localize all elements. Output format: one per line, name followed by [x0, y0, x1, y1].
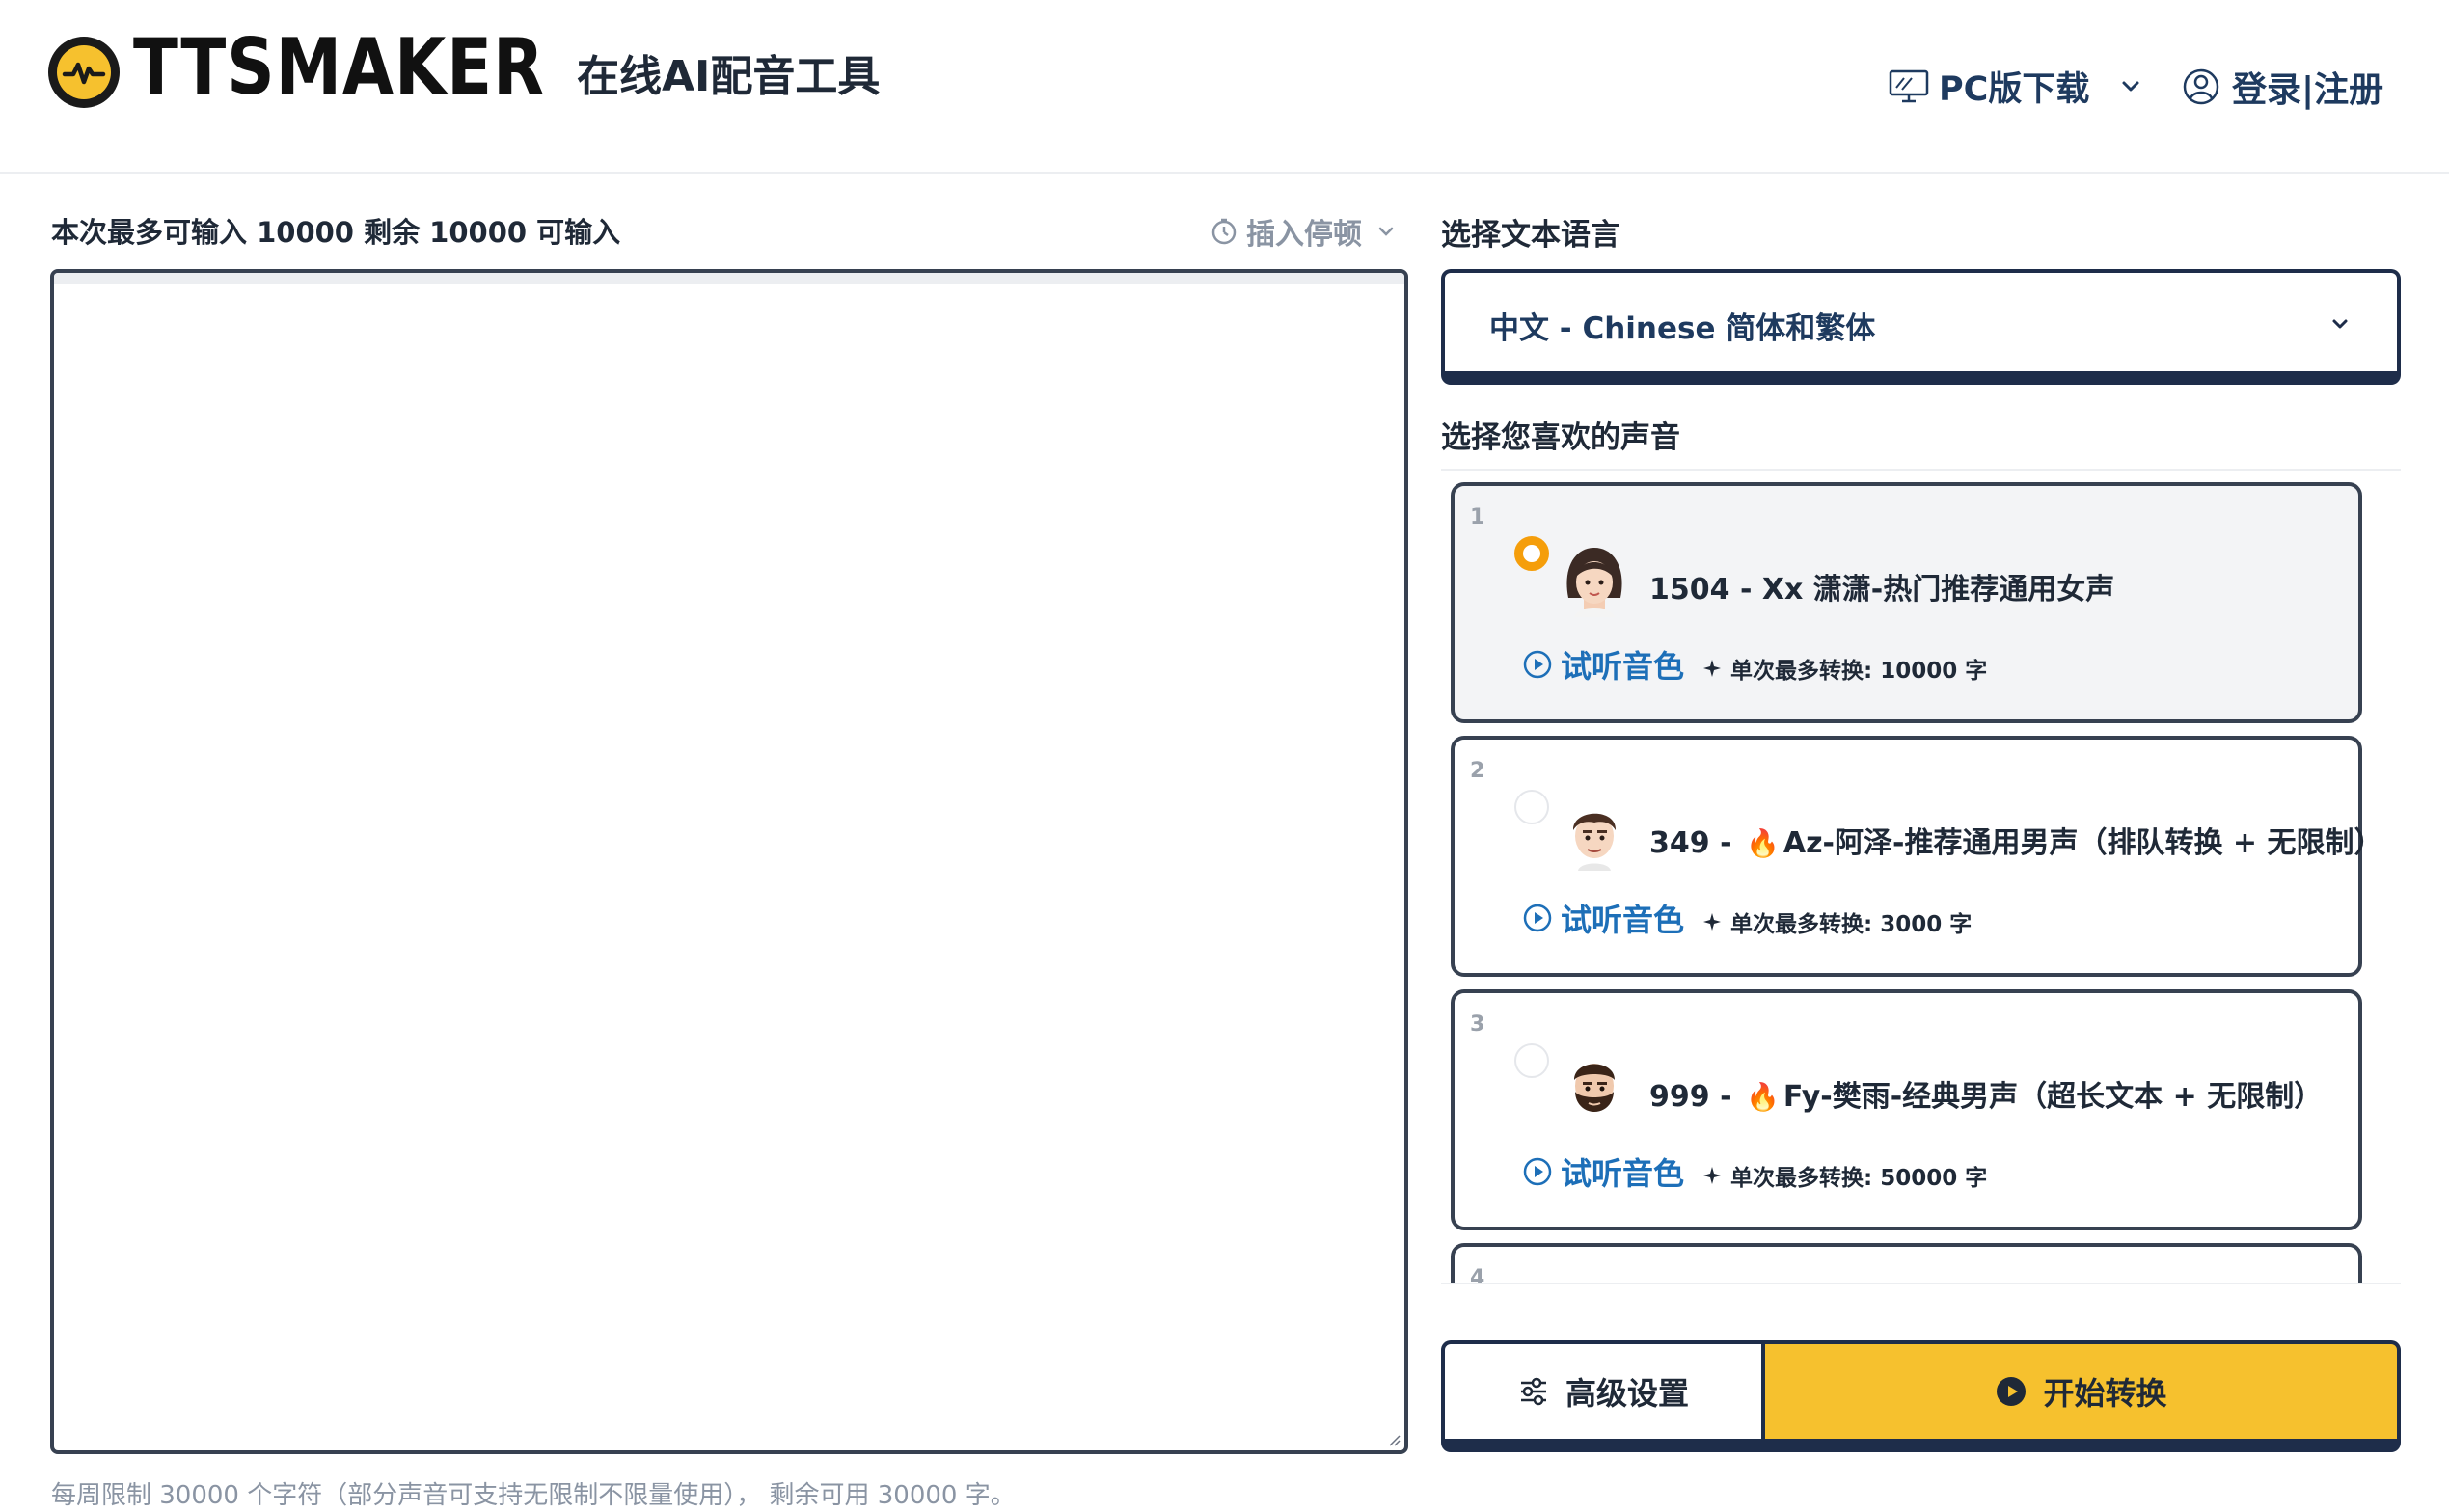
voice-id: 349 -	[1649, 826, 1732, 860]
sliders-icon	[1520, 1377, 1546, 1406]
voice-list: 1 1504 - Xx 潇潇-热门推荐通用女声 试听音色 单次最多转换: 100…	[1441, 469, 2401, 1284]
preview-voice-label: 试听音色	[1561, 648, 1685, 685]
chevron-down-icon	[1378, 227, 1394, 236]
preview-voice-button[interactable]: 试听音色	[1522, 896, 1684, 940]
play-circle-icon	[1997, 1377, 2027, 1406]
female-avatar-icon	[1566, 548, 1622, 617]
voice-card[interactable]: 3 999 - 🔥 Fy-樊雨-经典男声（超长文本 + 无限制） 试听音色 单次最…	[1451, 989, 2362, 1230]
voice-card[interactable]: 1 1504 - Xx 潇潇-热门推荐通用女声 试听音色 单次最多转换: 100…	[1451, 482, 2362, 723]
bearded-male-avatar-icon	[1574, 1064, 1615, 1112]
advanced-settings-label: 高级设置	[1565, 1375, 1689, 1412]
voice-id: 1504 -	[1649, 573, 1753, 607]
max-conversion-info: 单次最多转换: 3000 字	[1701, 905, 1972, 938]
voice-radio[interactable]	[1514, 536, 1549, 571]
voice-name: 1504 - Xx 潇潇-热门推荐通用女声	[1649, 565, 2114, 608]
clock-icon	[1211, 218, 1237, 245]
voice-name: 349 - 🔥 Az-阿泽-推荐通用男声（排队转换 + 无限制）	[1649, 819, 2382, 861]
max-conversion-text: 单次最多转换: 10000 字	[1730, 659, 1988, 684]
desktop-monitor-icon	[1889, 69, 1929, 102]
language-label: 选择文本语言	[1441, 218, 1620, 253]
max-conversion-info: 单次最多转换: 10000 字	[1701, 652, 1987, 685]
preview-voice-button[interactable]: 试听音色	[1522, 642, 1684, 687]
fire-icon: 🔥	[1745, 1081, 1780, 1113]
site-subtitle: 在线AI配音工具	[577, 52, 881, 101]
voice-title: Fy-樊雨-经典男声（超长文本 + 无限制）	[1782, 1080, 2324, 1114]
preview-voice-label: 试听音色	[1561, 902, 1685, 938]
voice-index: 4	[1470, 1266, 1485, 1284]
resize-handle-icon[interactable]	[1385, 1431, 1401, 1446]
voice-name: 999 - 🔥 Fy-樊雨-经典男声（超长文本 + 无限制）	[1649, 1072, 2323, 1115]
play-circle-icon	[1523, 1157, 1552, 1186]
login-register-label: 登录|注册	[2232, 70, 2384, 110]
start-conversion-button[interactable]: 开始转换	[1761, 1340, 2401, 1452]
chevron-down-icon	[2332, 319, 2348, 329]
text-input-box	[50, 269, 1408, 1454]
logo-icon[interactable]	[48, 37, 120, 108]
text-input[interactable]	[54, 284, 1404, 1450]
weekly-limit-note: 每周限制 30000 个字符（部分声音可支持无限制不限量使用）， 剩余可用 30…	[51, 1481, 1016, 1510]
start-conversion-label: 开始转换	[2043, 1375, 2167, 1412]
voice-id: 999 -	[1649, 1080, 1732, 1114]
logo-wordmark[interactable]: TTSMAKER	[133, 29, 545, 106]
preview-voice-label: 试听音色	[1561, 1155, 1685, 1192]
pc-download-menu[interactable]: PC版下载	[1889, 62, 2143, 111]
sparkle-icon	[1703, 913, 1721, 931]
play-circle-icon	[1523, 650, 1552, 679]
voice-label: 选择您喜欢的声音	[1441, 420, 1680, 455]
voice-radio[interactable]	[1514, 1043, 1549, 1078]
fire-icon: 🔥	[1745, 827, 1780, 859]
advanced-settings-button[interactable]: 高级设置	[1441, 1340, 1761, 1452]
voice-card[interactable]: 2 349 - 🔥 Az-阿泽-推荐通用男声（排队转换 + 无限制） 试听音色 单…	[1451, 736, 2382, 977]
voice-index: 3	[1470, 1012, 1485, 1037]
max-conversion-info: 单次最多转换: 50000 字	[1701, 1159, 1987, 1192]
top-header: TTSMAKER 在线AI配音工具 PC版下载 登录|注册	[0, 0, 2449, 174]
user-circle-icon	[2183, 68, 2219, 105]
preview-voice-button[interactable]: 试听音色	[1522, 1149, 1684, 1194]
pc-download-label: PC版下载	[1939, 70, 2090, 109]
voice-card[interactable]: 4	[1451, 1243, 2362, 1284]
chevron-down-icon	[2122, 81, 2139, 91]
input-quota-text: 本次最多可输入 10000 剩余 10000 可输入	[51, 216, 621, 249]
login-register-link[interactable]: 登录|注册	[2182, 62, 2383, 112]
language-selected-value: 中文 - Chinese 简体和繁体	[1489, 311, 1876, 346]
max-conversion-text: 单次最多转换: 3000 字	[1730, 912, 1973, 937]
max-conversion-text: 单次最多转换: 50000 字	[1730, 1166, 1988, 1191]
male-avatar-icon	[1572, 813, 1617, 871]
voice-index: 1	[1470, 505, 1485, 529]
play-circle-icon	[1523, 904, 1552, 932]
voice-radio[interactable]	[1514, 790, 1549, 824]
sparkle-icon	[1703, 660, 1721, 677]
insert-pause-label: 插入停顿	[1246, 218, 1362, 252]
language-select[interactable]: 中文 - Chinese 简体和繁体	[1441, 269, 2401, 385]
voice-index: 2	[1470, 759, 1485, 783]
voice-title: Az-阿泽-推荐通用男声（排队转换 + 无限制）	[1782, 826, 2383, 860]
insert-pause-dropdown[interactable]: 插入停顿	[1210, 210, 1397, 253]
sparkle-icon	[1703, 1167, 1721, 1184]
voice-title: Xx 潇潇-热门推荐通用女声	[1761, 573, 2115, 607]
